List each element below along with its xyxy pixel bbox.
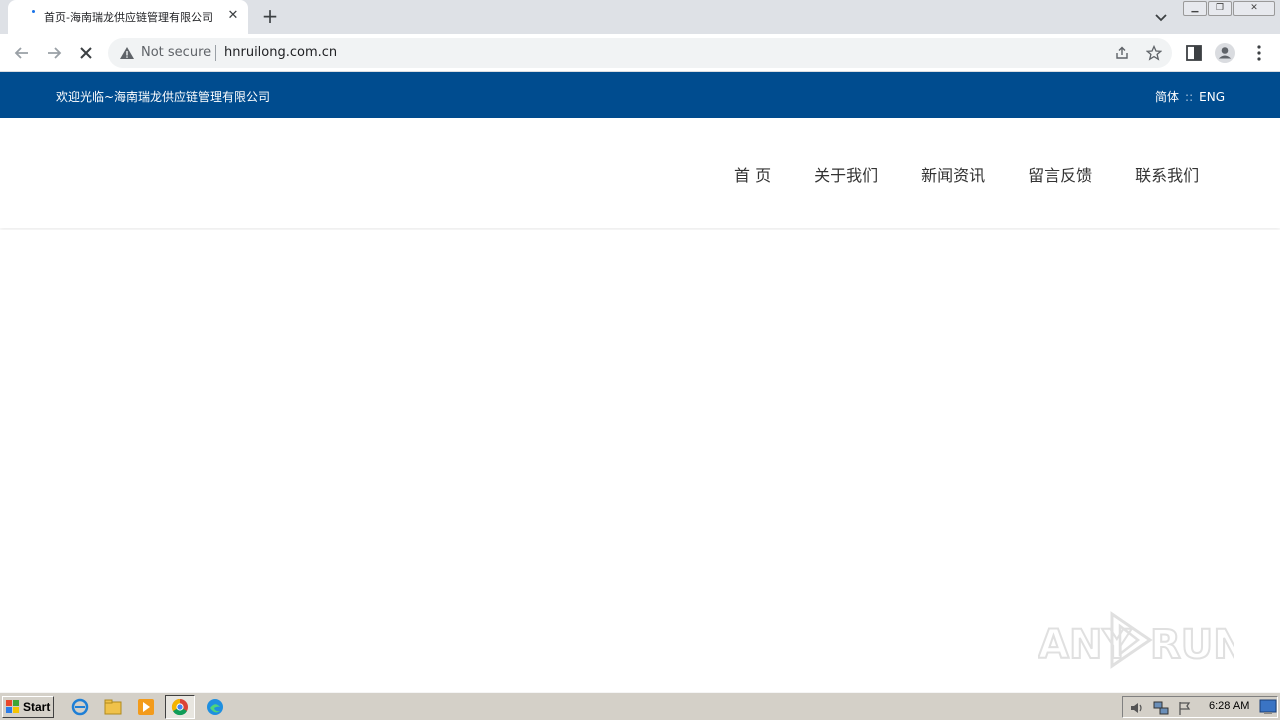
site-top-bar: 欢迎光临~海南瑞龙供应链管理有限公司 简体:: ENG (0, 72, 1280, 118)
volume-icon[interactable] (1129, 700, 1145, 716)
stop-loading-icon[interactable] (75, 42, 97, 64)
url-text[interactable]: hnruilong.com.cn (224, 45, 337, 60)
tab-title: 首页-海南瑞龙供应链管理有限公司 (44, 11, 213, 24)
side-panel-icon[interactable] (1183, 42, 1205, 64)
minimize-button[interactable]: ▁ (1183, 1, 1207, 16)
network-icon[interactable] (1153, 700, 1169, 716)
chrome-taskbar-button[interactable] (165, 695, 195, 719)
nav-item-contact[interactable]: 联系我们 (1135, 162, 1199, 186)
ie-icon[interactable] (71, 698, 89, 716)
restore-button[interactable]: ❐ (1208, 1, 1232, 16)
edge-icon[interactable] (206, 698, 224, 716)
address-bar[interactable]: Not secure hnruilong.com.cn (108, 38, 1172, 68)
media-player-icon[interactable] (137, 698, 155, 716)
action-center-flag-icon[interactable] (1177, 700, 1193, 716)
window-controls: ▁ ❐ ✕ (1183, 1, 1276, 17)
system-tray: 6:28 AM (1122, 696, 1278, 718)
close-window-button[interactable]: ✕ (1233, 1, 1275, 16)
language-switcher: 简体:: ENG (1155, 88, 1225, 105)
nav-item-home[interactable]: 首 页 (734, 162, 771, 186)
folder-icon[interactable] (104, 698, 122, 716)
profile-avatar-icon[interactable] (1214, 42, 1236, 64)
watermark-run-text: RUN (1150, 622, 1234, 668)
tab-search-icon[interactable] (1151, 7, 1171, 27)
nav-item-about[interactable]: 关于我们 (814, 162, 878, 186)
nav-item-feedback[interactable]: 留言反馈 (1028, 162, 1092, 186)
os-taskbar: Start 6:28 AM (0, 692, 1280, 720)
menu-kebab-icon[interactable] (1248, 42, 1270, 64)
lang-english[interactable]: ENG (1199, 90, 1225, 104)
security-label[interactable]: Not secure (141, 45, 211, 60)
lang-simplified-chinese[interactable]: 简体 (1155, 90, 1179, 104)
chrome-icon (171, 698, 188, 716)
bookmark-star-icon[interactable] (1146, 45, 1162, 61)
windows-flag-icon (6, 700, 19, 713)
nav-item-news[interactable]: 新闻资讯 (921, 162, 985, 186)
start-button[interactable]: Start (2, 696, 54, 718)
browser-tab[interactable]: 首页-海南瑞龙供应链管理有限公司 ✕ (8, 0, 248, 34)
start-label: Start (23, 700, 51, 714)
back-icon[interactable] (11, 42, 33, 64)
browser-toolbar: Not secure hnruilong.com.cn (0, 34, 1280, 72)
tab-strip: 首页-海南瑞龙供应链管理有限公司 ✕ + ▁ ❐ ✕ (0, 0, 1280, 34)
loading-icon (32, 10, 35, 13)
url-divider (215, 45, 216, 61)
lang-separator: :: (1185, 90, 1194, 104)
welcome-text: 欢迎光临~海南瑞龙供应链管理有限公司 (56, 90, 271, 104)
clock[interactable]: 6:28 AM (1209, 700, 1249, 712)
close-tab-icon[interactable]: ✕ (224, 7, 242, 25)
site-header: 首 页 关于我们 新闻资讯 留言反馈 联系我们 (0, 118, 1280, 228)
warning-icon[interactable] (119, 45, 135, 61)
new-tab-button[interactable]: + (259, 5, 281, 27)
main-nav: 首 页 关于我们 新闻资讯 留言反馈 联系我们 (734, 162, 1199, 186)
share-icon[interactable] (1114, 45, 1130, 61)
show-desktop-icon[interactable] (1259, 699, 1277, 715)
forward-icon[interactable] (43, 42, 65, 64)
anyrun-watermark-logo: ANY RUN (1038, 611, 1234, 669)
